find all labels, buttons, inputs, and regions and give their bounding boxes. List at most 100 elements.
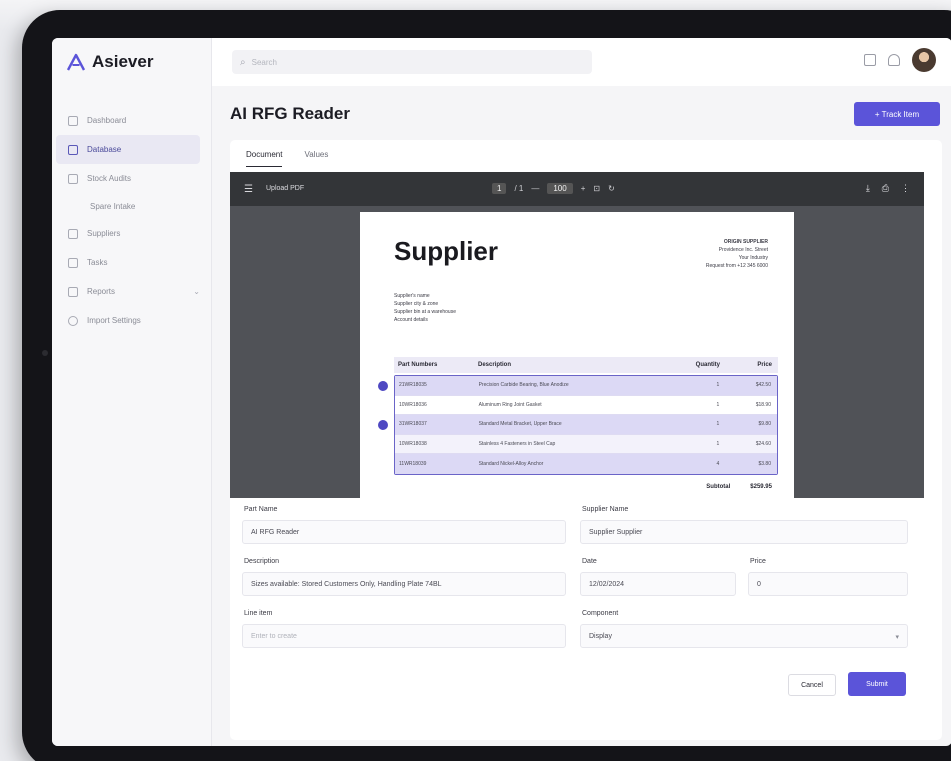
sidebar-item-label: Dashboard xyxy=(87,116,127,125)
price-label: Price xyxy=(750,558,766,565)
address-line: ORIGIN SUPPLIER xyxy=(723,239,768,245)
tablet-frame: Asiever Dashboard Database Stock Audits … xyxy=(22,10,951,761)
subtotal: Subtotal $259.95 xyxy=(394,484,778,490)
dashboard-icon xyxy=(68,115,78,126)
price-cell: $18.90 xyxy=(755,401,771,408)
pdf-viewer[interactable]: ☰ Upload PDF 1 / 1 — 100 + ⊡ ↻ ⤓ ⎙ ⋮ Sup… xyxy=(230,172,924,498)
logo-icon xyxy=(66,53,86,71)
download-icon[interactable]: ⤓ xyxy=(866,183,870,194)
sidebar-item-dashboard[interactable]: Dashboard xyxy=(52,106,212,135)
table-body: 21WR18035 Precision Carbide Bearing, Blue… xyxy=(394,375,778,475)
suppliers-icon xyxy=(68,228,78,239)
from-line: Supplier's name xyxy=(394,293,430,299)
description-cell: Precision Carbide Bearing, Blue Anodize xyxy=(478,382,569,389)
part-name-label: Part Name xyxy=(244,506,278,513)
line-item-field[interactable]: Enter to create xyxy=(242,624,566,648)
zoom-out-button[interactable]: — xyxy=(531,184,539,193)
description-cell: Standard Metal Bracket, Upper Brace xyxy=(478,421,562,428)
table-row[interactable]: 11WR18039 Standard Nickel-Alloy Anchor 4 $3… xyxy=(395,454,777,474)
price-cell: $9.80 xyxy=(758,421,771,428)
page-number-input[interactable]: 1 xyxy=(492,183,507,194)
app-logo[interactable]: Asiever xyxy=(66,52,153,72)
grid-icon[interactable] xyxy=(864,54,876,66)
column-header: Description xyxy=(478,362,512,368)
detection-marker-icon[interactable] xyxy=(378,420,388,430)
settings-icon xyxy=(68,315,78,326)
subtotal-label: Subtotal xyxy=(706,484,731,490)
sidebar-item-label: Tasks xyxy=(87,258,108,267)
table-row[interactable]: 31WR18037 Standard Metal Bracket, Upper B… xyxy=(395,415,777,435)
chevron-down-icon[interactable]: ⌄ xyxy=(193,287,200,296)
reports-icon xyxy=(68,286,78,297)
quantity-cell: 1 xyxy=(716,440,720,447)
main-content: AI RFG Reader + Track Item Document Valu… xyxy=(212,86,951,746)
component-select[interactable]: Display ▾ xyxy=(580,624,908,648)
top-bar-actions xyxy=(864,48,936,72)
avatar[interactable] xyxy=(912,48,936,72)
address-line: Request from +12 345 6000 xyxy=(705,263,768,269)
part-number-cell: 10WR18036 xyxy=(399,401,427,408)
table-row[interactable]: 21WR18035 Precision Carbide Bearing, Blue… xyxy=(395,376,777,396)
column-header: Quantity xyxy=(695,362,720,368)
page-total: / 1 xyxy=(514,184,524,193)
rotate-icon[interactable]: ↻ xyxy=(608,184,615,193)
menu-icon[interactable]: ☰ xyxy=(244,184,253,195)
tab-values[interactable]: Values xyxy=(304,150,328,167)
part-number-cell: 31WR18037 xyxy=(399,421,427,428)
component-label: Component xyxy=(582,610,619,617)
address-line: Your Industry xyxy=(738,255,768,261)
sidebar-item-database[interactable]: Database xyxy=(56,135,200,164)
bell-icon[interactable] xyxy=(888,54,900,66)
table-row[interactable]: 10WR18038 Stainless 4 Fasteners in Steel … xyxy=(395,434,777,454)
supplier-name-field[interactable]: Supplier Supplier xyxy=(580,520,908,544)
tasks-icon xyxy=(68,257,78,268)
search-placeholder: Search xyxy=(251,57,277,67)
sidebar-item-label: Stock Audits xyxy=(87,174,132,183)
more-icon[interactable]: ⋮ xyxy=(901,183,910,194)
sidebar-item-suppliers[interactable]: Suppliers xyxy=(52,219,212,248)
description-label: Description xyxy=(244,558,280,565)
print-icon[interactable]: ⎙ xyxy=(882,183,889,194)
document-title: Supplier xyxy=(394,236,499,266)
price-cell: $42.50 xyxy=(755,382,771,389)
app-screen: Asiever Dashboard Database Stock Audits … xyxy=(52,38,951,746)
zoom-in-button[interactable]: + xyxy=(581,184,586,193)
sidebar-item-stock-audits[interactable]: Stock Audits xyxy=(52,164,212,193)
subtotal-value: $259.95 xyxy=(750,484,772,490)
description-cell: Aluminum Ring Joint Gasket xyxy=(478,401,542,408)
cancel-button[interactable]: Cancel xyxy=(788,674,836,696)
page-title: AI RFG Reader xyxy=(230,104,350,123)
sidebar-item-tasks[interactable]: Tasks xyxy=(52,248,212,277)
sidebar-item-label: Reports xyxy=(87,287,116,296)
part-name-field[interactable]: AI RFG Reader xyxy=(242,520,566,544)
part-number-cell: 11WR18039 xyxy=(399,460,427,467)
chevron-down-icon: ▾ xyxy=(895,634,899,641)
detection-marker-icon[interactable] xyxy=(378,381,388,391)
sidebar-item-import-settings[interactable]: Import Settings xyxy=(52,306,212,335)
submit-button[interactable]: Submit xyxy=(848,672,906,696)
quantity-cell: 1 xyxy=(716,421,720,428)
sidebar-subitem-spare-intake[interactable]: Spare Intake xyxy=(52,193,212,219)
address-line: Providence Inc. Street xyxy=(718,247,768,253)
price-field[interactable]: 0 xyxy=(748,572,908,596)
quantity-cell: 1 xyxy=(716,401,720,408)
pdf-toolbar: ☰ Upload PDF 1 / 1 — 100 + ⊡ ↻ ⤓ ⎙ ⋮ xyxy=(230,172,924,206)
description-field[interactable]: Sizes available: Stored Customers Only, … xyxy=(242,572,566,596)
supplier-name-label: Supplier Name xyxy=(582,506,629,513)
tablet-camera xyxy=(42,350,48,356)
table-row[interactable]: 10WR18036 Aluminum Ring Joint Gasket 1 $18.… xyxy=(395,396,777,415)
zoom-level[interactable]: 100 xyxy=(547,183,573,194)
database-icon xyxy=(68,144,78,155)
quantity-cell: 4 xyxy=(716,460,720,467)
fit-page-icon[interactable]: ⊡ xyxy=(593,184,600,193)
search-icon: ⌕ xyxy=(240,56,246,68)
sidebar-item-reports[interactable]: Reports ⌄ xyxy=(52,277,212,306)
date-field[interactable]: 12/02/2024 xyxy=(580,572,736,596)
from-line: Supplier city & zone xyxy=(394,301,439,307)
column-header: Part Numbers xyxy=(398,362,438,368)
description-cell: Stainless 4 Fasteners in Steel Cap xyxy=(478,440,556,447)
track-item-button[interactable]: + Track Item xyxy=(854,102,940,126)
app-name: Asiever xyxy=(92,52,154,71)
search-input[interactable]: ⌕ Search xyxy=(232,50,592,74)
tab-document[interactable]: Document xyxy=(246,150,283,167)
